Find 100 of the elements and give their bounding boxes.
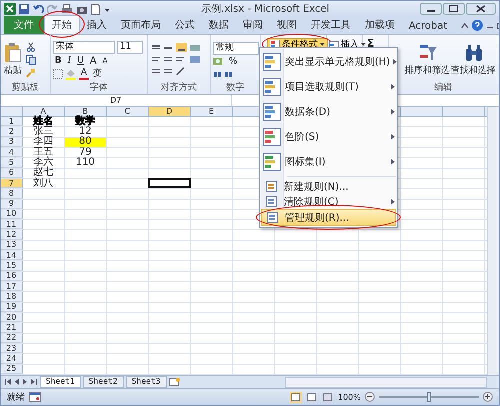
row-header[interactable]: 7 <box>1 178 23 188</box>
row-header[interactable]: 18 <box>1 292 23 302</box>
new-sheet-icon[interactable] <box>168 378 181 386</box>
row-header[interactable]: 14 <box>1 251 23 260</box>
print-icon[interactable] <box>61 4 73 14</box>
row-header[interactable]: 8 <box>1 189 23 198</box>
rules-icon <box>263 152 281 170</box>
row-header[interactable]: 16 <box>1 272 23 281</box>
column-header[interactable]: A <box>23 107 65 117</box>
decimal-icon[interactable] <box>213 70 235 78</box>
ribbon-tab[interactable]: 文件 <box>4 16 44 34</box>
horizontal-scrollbar[interactable] <box>285 376 487 388</box>
menu-item[interactable]: 管理规则(R)... <box>261 209 396 226</box>
row-header[interactable]: 11 <box>1 220 23 230</box>
find-select-button[interactable]: 查找和选择 <box>451 43 496 77</box>
save-icon[interactable] <box>19 4 30 14</box>
font-name-dropdown[interactable]: 宋体 <box>53 40 115 54</box>
page-layout-icon[interactable] <box>306 392 318 402</box>
menu-item[interactable]: 项目选取规则(T) <box>261 74 396 99</box>
row-header[interactable]: 19 <box>1 302 23 312</box>
active-cell[interactable] <box>148 178 191 188</box>
row-header[interactable]: 22 <box>1 334 23 343</box>
column-header[interactable]: C <box>107 107 149 117</box>
row-header[interactable]: 25 <box>1 364 23 374</box>
table-cell-text: 王五 <box>32 148 54 158</box>
number-format-dropdown[interactable]: 常规 <box>213 42 259 54</box>
caret-icon[interactable] <box>460 22 469 30</box>
sheet-tab[interactable]: Sheet2 <box>82 376 124 388</box>
copy-icon[interactable] <box>26 55 38 65</box>
font-size-dropdown[interactable]: 11 <box>117 40 143 54</box>
column-header[interactable]: E <box>191 107 233 117</box>
row-header[interactable]: 24 <box>1 354 23 364</box>
ribbon-tab[interactable]: 审阅 <box>236 16 270 34</box>
ribbon-tab[interactable]: 页面布局 <box>114 16 168 34</box>
zoom-slider-thumb[interactable] <box>427 392 431 402</box>
italic-button[interactable]: I <box>66 56 74 66</box>
vertical-scrollbar[interactable] <box>487 107 499 375</box>
zoom-level: 100% <box>338 392 361 402</box>
menu-item[interactable]: 突出显示单元格规则(H) <box>261 49 396 74</box>
percent-button[interactable]: % <box>227 56 240 68</box>
zoom-in-icon[interactable] <box>483 392 493 402</box>
sheet-navigation-icon[interactable] <box>4 378 38 386</box>
row-header[interactable]: 21 <box>1 323 23 333</box>
ribbon-tab[interactable]: 插入 <box>80 16 114 34</box>
grow-font-button[interactable]: A <box>88 56 99 66</box>
document-icon[interactable] <box>91 4 101 14</box>
row-header[interactable]: 1 <box>1 117 23 126</box>
table-cell-text: 李四 <box>32 138 54 147</box>
sheet-tab[interactable]: Sheet1 <box>40 376 81 388</box>
row-header[interactable]: 12 <box>1 230 23 240</box>
phonetic-button[interactable]: 变 <box>91 68 104 80</box>
bold-button[interactable]: B <box>53 56 64 66</box>
menu-item[interactable]: 图标集(I) <box>261 149 396 174</box>
scissors-icon[interactable] <box>26 42 36 52</box>
zoom-out-icon[interactable] <box>365 392 375 402</box>
ribbon-tab[interactable]: 开始 <box>44 15 80 34</box>
row-header[interactable]: 4 <box>1 148 23 158</box>
column-header[interactable]: D <box>149 107 191 117</box>
sort-filter-button[interactable]: 排序和筛选 <box>405 43 450 77</box>
row-header[interactable]: 2 <box>1 127 23 137</box>
alignment-icons-drawing[interactable] <box>150 43 202 77</box>
sheet-tab[interactable]: Sheet3 <box>126 376 167 388</box>
normal-view-icon[interactable] <box>290 392 302 402</box>
minimize-icon[interactable] <box>420 3 442 15</box>
menu-item[interactable]: 色阶(S) <box>261 124 396 149</box>
border-icon[interactable] <box>53 69 63 79</box>
font-color-button[interactable]: A <box>79 68 90 80</box>
menu-item[interactable]: 数据条(D) <box>261 99 396 124</box>
row-header[interactable]: 13 <box>1 240 23 250</box>
row-header[interactable]: 5 <box>1 158 23 168</box>
column-header[interactable]: B <box>65 107 107 117</box>
ribbon-tab[interactable]: Acrobat <box>402 19 455 34</box>
ribbon-tab[interactable]: 公式 <box>168 16 202 34</box>
ribbon-tab[interactable]: 视图 <box>270 16 304 34</box>
help-icon[interactable] <box>472 20 483 31</box>
undo-icon[interactable] <box>33 4 44 14</box>
page-break-icon[interactable] <box>322 392 334 402</box>
row-header[interactable]: 3 <box>1 138 23 147</box>
fill-color-icon[interactable] <box>65 68 77 80</box>
autosum-button[interactable]: Σ <box>365 38 377 49</box>
redo-icon[interactable] <box>47 4 58 14</box>
row-header[interactable]: 20 <box>1 312 23 322</box>
maximize-icon[interactable] <box>443 3 465 15</box>
ribbon-tab[interactable]: 加载项 <box>358 16 402 34</box>
close-icon[interactable] <box>466 3 496 15</box>
ribbon-tab[interactable]: 开发工具 <box>304 16 358 34</box>
status-text: 就绪 <box>7 392 25 404</box>
row-header[interactable]: 9 <box>1 200 23 209</box>
row-header[interactable]: 23 <box>1 344 23 354</box>
ribbon-tab[interactable]: 数据 <box>202 16 236 34</box>
menu-item[interactable]: 新建规则(N)... <box>261 179 396 194</box>
rules-icon <box>263 52 281 70</box>
macro-record-icon[interactable] <box>29 392 41 402</box>
row-header[interactable]: 6 <box>1 168 23 178</box>
underline-button[interactable]: U <box>75 56 86 66</box>
row-header[interactable]: 10 <box>1 210 23 220</box>
row-header[interactable]: 17 <box>1 282 23 292</box>
paste-button[interactable]: 粘贴 <box>3 43 23 77</box>
row-header[interactable]: 15 <box>1 261 23 271</box>
table-cell-text: 张三 <box>32 127 54 137</box>
